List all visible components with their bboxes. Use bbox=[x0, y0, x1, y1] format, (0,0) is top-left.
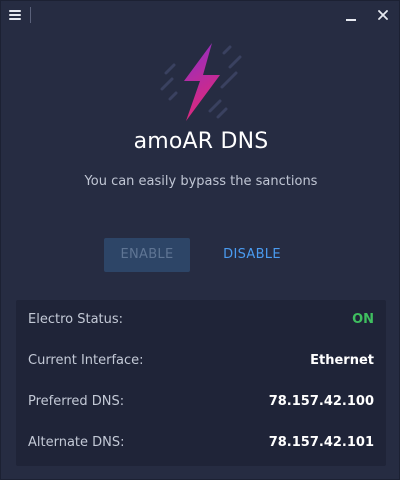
current-interface-label: Current Interface: bbox=[28, 353, 144, 368]
preferred-dns-label: Preferred DNS: bbox=[28, 394, 125, 409]
enable-button[interactable]: ENABLE bbox=[104, 238, 190, 272]
lightning-bolt-icon bbox=[156, 37, 246, 127]
alternate-dns-value: 78.157.42.101 bbox=[268, 435, 374, 450]
app-window: amoAR DNS You can easily bypass the sanc… bbox=[0, 0, 400, 480]
hamburger-menu-icon[interactable] bbox=[8, 8, 24, 22]
title-separator bbox=[30, 7, 31, 23]
info-row-preferred-dns: Preferred DNS: 78.157.42.100 bbox=[16, 382, 386, 423]
disable-button[interactable]: DISABLE bbox=[210, 238, 294, 272]
status-panel: Electro Status: ON Current Interface: Et… bbox=[16, 300, 386, 466]
title-bar bbox=[1, 1, 400, 29]
alternate-dns-label: Alternate DNS: bbox=[28, 435, 125, 450]
app-title: amoAR DNS bbox=[133, 129, 269, 154]
info-row-current-interface: Current Interface: Ethernet bbox=[16, 341, 386, 382]
electro-status-label: Electro Status: bbox=[28, 312, 124, 327]
electro-status-value: ON bbox=[352, 312, 374, 327]
app-subtitle: You can easily bypass the sanctions bbox=[84, 174, 318, 189]
info-row-alternate-dns: Alternate DNS: 78.157.42.101 bbox=[16, 423, 386, 464]
info-row-electro-status: Electro Status: ON bbox=[16, 300, 386, 341]
close-icon[interactable] bbox=[375, 7, 391, 23]
current-interface-value: Ethernet bbox=[310, 353, 374, 368]
preferred-dns-value: 78.157.42.100 bbox=[268, 394, 374, 409]
minimize-icon[interactable] bbox=[343, 7, 359, 23]
